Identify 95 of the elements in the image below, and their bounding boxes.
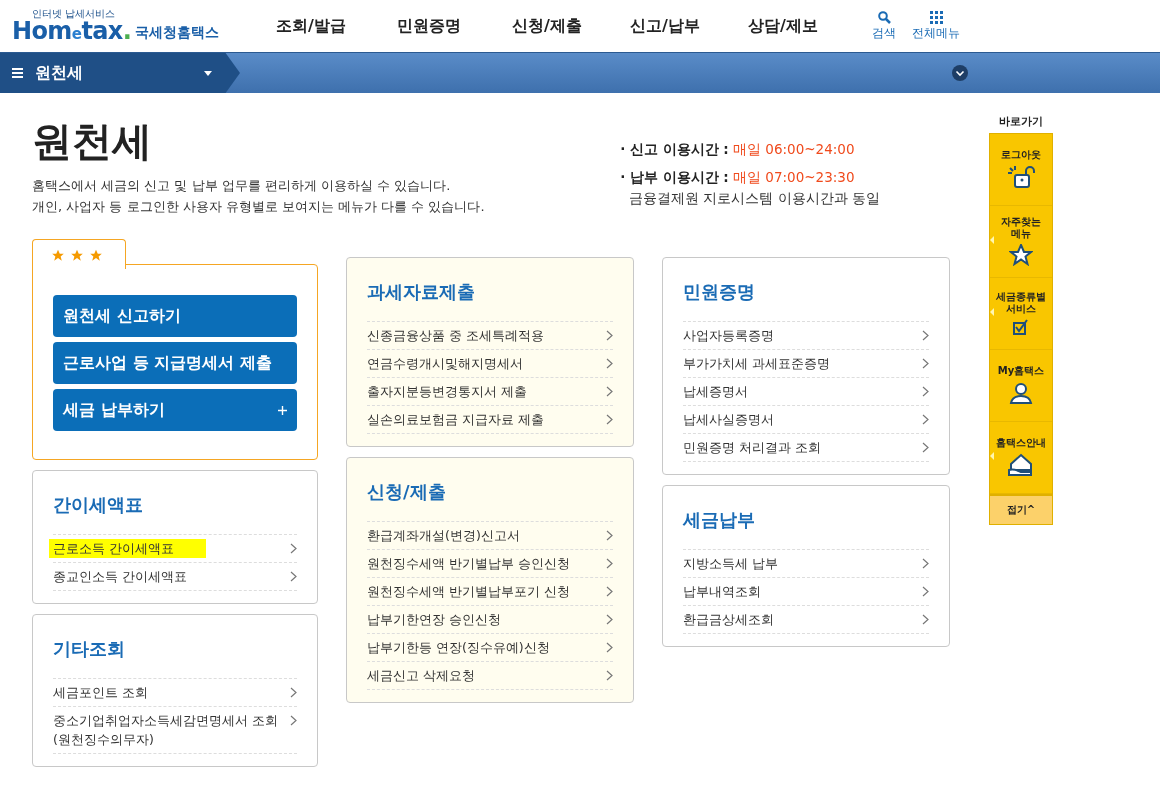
menu-link[interactable]: 납세증명서	[683, 382, 748, 401]
main-menu-link[interactable]: 민원증명	[370, 14, 488, 38]
card-title: 민원증명	[683, 280, 756, 304]
chevron-right-icon	[922, 386, 929, 397]
menu-link[interactable]: 납부내역조회	[683, 582, 761, 601]
shortcut-button[interactable]: 세금 납부하기	[53, 389, 297, 431]
card-title: 신청/제출	[367, 480, 447, 504]
quick-menu-item[interactable]: 자주찾는 메뉴	[990, 205, 1052, 278]
all-menu-button[interactable]: 전체메뉴	[912, 10, 960, 42]
menu-link[interactable]: 신종금융상품 중 조세특례적용	[367, 326, 544, 345]
chevron-right-icon	[922, 358, 929, 369]
caret-icon	[204, 70, 212, 76]
menu-link[interactable]: 원천징수세액 반기별납부 승인신청	[367, 554, 570, 573]
quick-menu-item[interactable]: 세금종류별 서비스	[990, 277, 1052, 350]
left-triangle-icon	[990, 307, 994, 316]
star-icon	[70, 249, 84, 262]
menu-link[interactable]: 세금신고 삭제요청	[367, 666, 475, 685]
search-button[interactable]: 검색	[872, 10, 896, 42]
quick-menu-item[interactable]: 홈택스안내	[990, 421, 1052, 494]
chevron-right-icon	[922, 330, 929, 341]
menu-link[interactable]: 근로소득 간이세액표	[49, 539, 206, 558]
chevron-right-icon	[290, 571, 297, 582]
left-triangle-icon	[990, 235, 994, 244]
chevron-right-icon	[606, 670, 613, 681]
menu-link[interactable]: 연금수령개시및해지명세서	[367, 354, 523, 373]
chevron-right-icon	[606, 386, 613, 397]
chevron-right-icon	[922, 558, 929, 569]
page-description: 홈택스에서 세금의 신고 및 납부 업무를 편리하게 이용하실 수 있습니다.	[32, 177, 452, 195]
menu-link[interactable]: 세금포인트 조회	[53, 683, 148, 702]
menu-link[interactable]: 환급계좌개설(변경)신고서	[367, 526, 520, 545]
lock-icon	[1006, 165, 1036, 189]
expand-icon[interactable]	[952, 65, 968, 81]
menu-link[interactable]: 부가가치세 과세표준증명	[683, 354, 830, 373]
main-menu-link[interactable]: 신고/납부	[606, 14, 724, 38]
menu-link[interactable]: 납부기한연장 승인신청	[367, 610, 501, 629]
card-title: 기타조회	[53, 637, 126, 661]
main-menu-link[interactable]: 상담/제보	[724, 14, 842, 38]
fold-button[interactable]: 접기^	[989, 494, 1053, 525]
chevron-right-icon	[290, 543, 297, 554]
page-title: 원천세	[32, 117, 153, 166]
chevron-right-icon	[606, 330, 613, 341]
logo-wordmark: Hometax.	[12, 19, 132, 43]
card-title: 과세자료제출	[367, 280, 476, 304]
star-icon	[51, 249, 65, 262]
menu-link[interactable]: 실손의료보험금 지급자료 제출	[367, 410, 544, 429]
main-menu-link[interactable]: 신청/제출	[488, 14, 606, 38]
chevron-right-icon	[922, 442, 929, 453]
chevron-right-icon	[606, 530, 613, 541]
grid-icon	[929, 10, 943, 24]
card-title: 세금납부	[683, 508, 756, 532]
search-icon	[877, 10, 891, 24]
quick-menu-title: 바로가기	[998, 114, 1044, 130]
person-icon	[1009, 381, 1033, 405]
quick-menu-item[interactable]: My홈택스	[990, 349, 1052, 422]
chevron-right-icon	[606, 558, 613, 569]
site-logo[interactable]: 인터넷 납세서비스 Hometax. 국세청홈택스	[12, 9, 252, 43]
star-icon	[89, 249, 103, 262]
hours-line: · 납부 이용시간 : 매일 07:00~23:30	[620, 168, 856, 188]
menu-link[interactable]: 지방소득세 납부	[683, 554, 778, 573]
left-triangle-icon	[990, 451, 994, 460]
star-icon	[1009, 244, 1033, 266]
chevron-right-icon	[606, 358, 613, 369]
menu-link[interactable]: 출자지분등변경통지서 제출	[367, 382, 527, 401]
card-title: 간이세액표	[53, 493, 144, 517]
menu-link[interactable]: 납세사실증명서	[683, 410, 774, 429]
hours-line: · 신고 이용시간 : 매일 06:00~24:00	[620, 140, 856, 159]
chevron-right-icon	[922, 614, 929, 625]
main-menu-link[interactable]: 조회/발급	[252, 14, 370, 38]
menu-link[interactable]: 원천징수세액 반기별납부포기 신청	[367, 582, 570, 601]
menu-link[interactable]: 중소기업취업자소득세감면명세서 조회 (원천징수의무자)	[53, 711, 278, 749]
house-hand-icon	[1007, 453, 1035, 477]
menu-link[interactable]: 사업자등록증명	[683, 326, 774, 345]
shortcut-button[interactable]: 근로사업 등 지급명세서 제출	[53, 342, 297, 384]
chevron-right-icon	[606, 614, 613, 625]
menu-link[interactable]: 납부기한등 연장(징수유예)신청	[367, 638, 550, 657]
chevron-right-icon	[922, 414, 929, 425]
shortcut-button[interactable]: 원천세 신고하기	[53, 295, 297, 337]
page-description: 개인, 사업자 등 로그인한 사용자 유형별로 보여지는 메뉴가 다를 수 있습니다.	[32, 198, 485, 216]
menu-link[interactable]: 환급금상세조회	[683, 610, 774, 629]
menu-icon	[12, 68, 23, 78]
logo-name: 국세청홈택스	[135, 23, 220, 42]
logo-tagline: 인터넷 납세서비스	[32, 9, 117, 19]
chevron-right-icon	[606, 642, 613, 653]
chevron-right-icon	[290, 715, 297, 726]
checkbox-icon	[1013, 319, 1029, 335]
plus-icon	[278, 405, 287, 415]
chevron-right-icon	[606, 586, 613, 597]
location-dropdown[interactable]: 원천세	[0, 53, 240, 93]
quick-menu-item[interactable]: 로그아웃	[990, 133, 1052, 206]
chevron-right-icon	[290, 687, 297, 698]
menu-link[interactable]: 민원증명 처리결과 조회	[683, 438, 821, 457]
hours-note: 금융결제원 지로시스템 이용시간과 동일	[628, 188, 880, 208]
chevron-right-icon	[606, 414, 613, 425]
menu-link[interactable]: 종교인소득 간이세액표	[53, 567, 187, 586]
chevron-right-icon	[922, 586, 929, 597]
